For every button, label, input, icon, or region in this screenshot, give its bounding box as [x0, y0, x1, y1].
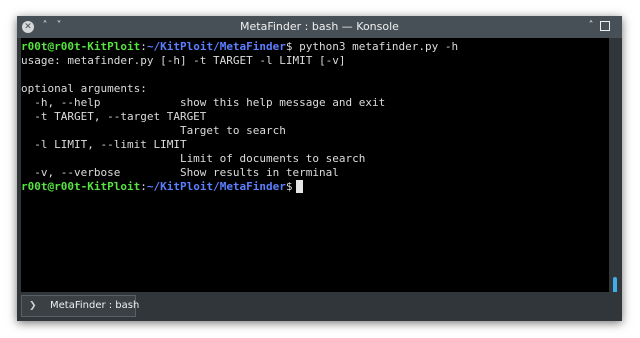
keep-above-icon[interactable]: ˄	[585, 19, 597, 33]
prompt-user-host: r00t@r00t-KitPloit	[21, 40, 141, 53]
prompt-colon: :	[140, 180, 147, 193]
tab-metafinder-bash[interactable]: ❯ MetaFinder : bash	[21, 295, 140, 317]
prompt-colon: :	[140, 40, 147, 53]
prompt-user-host: r00t@r00t-KitPloit	[21, 180, 141, 193]
output-line: -h, --help show this help message and ex…	[21, 96, 386, 109]
prompt-dollar: $	[285, 40, 293, 53]
output-line: -t TARGET, --target TARGET	[21, 110, 207, 123]
prompt-path: ~/KitPloit/MetaFinder	[146, 40, 286, 53]
output-line: Limit of documents to search	[21, 152, 366, 165]
maximize-icon[interactable]	[600, 21, 610, 31]
command-text: python3 metafinder.py -h	[292, 40, 459, 53]
prompt-dollar: $	[285, 180, 293, 193]
konsole-window: ✕ ˄ ˅ MetaFinder : bash — Konsole ˄ r00t…	[17, 16, 622, 321]
prompt-path: ~/KitPloit/MetaFinder	[146, 180, 286, 193]
title-bar[interactable]: ✕ ˄ ˅ MetaFinder : bash — Konsole ˄	[17, 16, 622, 38]
terminal-view[interactable]: r00t@r00t-KitPloit:~/KitPloit/MetaFinder…	[21, 38, 609, 292]
output-line: Target to search	[21, 124, 286, 137]
output-line: -v, --verbose Show results in terminal	[21, 166, 339, 179]
text-cursor	[295, 180, 303, 193]
scrollbar[interactable]	[609, 38, 622, 305]
tab-label: MetaFinder : bash	[50, 300, 140, 311]
prompt-line: r00t@r00t-KitPloit:~/KitPloit/MetaFinder…	[21, 180, 303, 194]
command-line: r00t@r00t-KitPloit:~/KitPloit/MetaFinder…	[21, 40, 458, 54]
terminal-icon: ❯	[29, 301, 37, 311]
output-line: usage: metafinder.py [-h] -t TARGET -l L…	[21, 54, 346, 67]
window-title: MetaFinder : bash — Konsole	[240, 20, 399, 33]
output-line: optional arguments:	[21, 82, 147, 95]
output-line: -l LIMIT, --limit LIMIT	[21, 138, 187, 151]
tab-bar: ❯ MetaFinder : bash	[17, 292, 622, 321]
